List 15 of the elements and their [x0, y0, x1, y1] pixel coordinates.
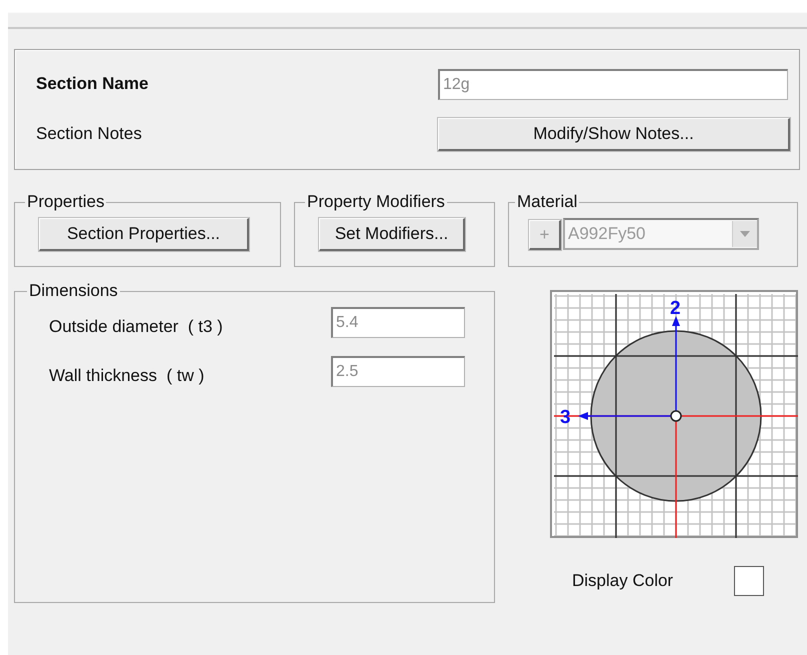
axis-label: 2: [670, 298, 681, 319]
field-label: Section Name: [36, 74, 150, 94]
group-button[interactable]: Section Properties...: [39, 218, 249, 251]
field-label: Outside diameter ( t3 ): [49, 316, 224, 336]
group-title: Property Modifiers: [306, 192, 446, 212]
color-swatch[interactable]: [734, 566, 764, 596]
group-button[interactable]: Set Modifiers...: [319, 218, 465, 251]
caret-icon: [740, 231, 750, 237]
field-label: Wall thickness ( tw ): [49, 366, 206, 386]
group-title: Properties: [26, 192, 106, 212]
field-label: Section Notes: [36, 124, 143, 144]
notes-button[interactable]: Modify/Show Notes...: [438, 118, 790, 150]
group-title: Dimensions: [28, 281, 119, 301]
group-title: Material: [516, 192, 578, 212]
field-label: Display Color: [572, 571, 674, 591]
